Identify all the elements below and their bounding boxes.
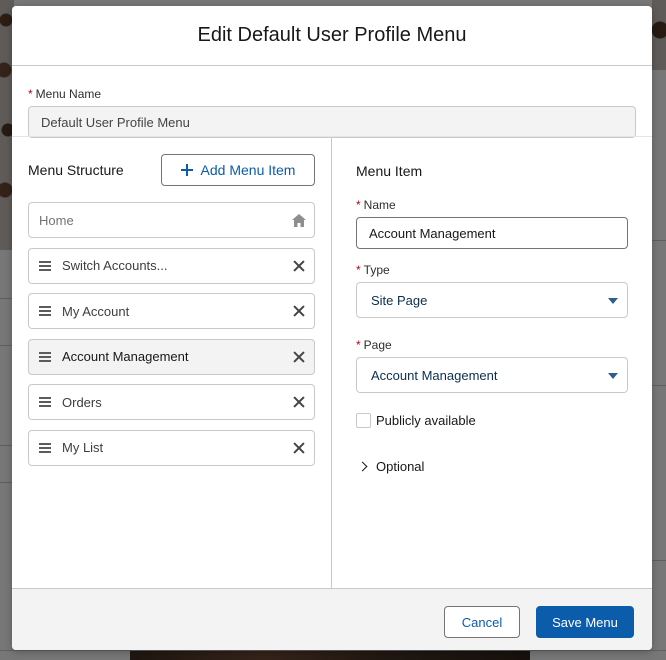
drag-handle-icon[interactable] [39, 351, 51, 362]
optional-section-toggle[interactable]: Optional [357, 459, 425, 474]
column-divider [331, 137, 332, 588]
required-marker: * [356, 338, 361, 352]
menu-name-field: * Menu Name Default User Profile Menu [28, 87, 636, 138]
menu-name-label-row: * Menu Name [28, 87, 636, 101]
page-select-value: Account Management [371, 367, 498, 383]
page-label-row: * Page [356, 338, 628, 352]
menu-item-label: My Account [62, 303, 130, 319]
drag-handle-icon[interactable] [39, 442, 51, 453]
remove-icon[interactable] [293, 351, 305, 363]
drag-handle-icon[interactable] [39, 260, 51, 271]
menu-item-my-list[interactable]: My List [28, 429, 315, 466]
type-label: Type [363, 263, 390, 277]
optional-label: Optional [376, 459, 425, 474]
menu-item-label: Account Management [62, 349, 189, 364]
caret-down-icon [608, 298, 618, 304]
menu-name-input: Default User Profile Menu [28, 106, 636, 138]
save-menu-button[interactable]: Save Menu [536, 606, 634, 638]
publicly-available-option: Publicly available [356, 413, 476, 428]
drag-handle-icon[interactable] [39, 397, 51, 407]
menu-item-label: Orders [62, 394, 102, 410]
name-field: * Name Account Management [356, 198, 628, 249]
menu-item-home[interactable]: Home [28, 202, 315, 238]
menu-name-value: Default User Profile Menu [41, 114, 190, 130]
plus-icon [180, 164, 193, 176]
page-field: * Page Account Management [356, 338, 628, 393]
type-select[interactable]: Site Page [356, 282, 628, 318]
menu-item-label: My List [62, 440, 104, 455]
modal-title: Edit Default User Profile Menu [197, 24, 467, 46]
type-select-value: Site Page [371, 292, 428, 308]
page-select[interactable]: Account Management [356, 357, 628, 393]
menu-item-account-management[interactable]: Account Management [28, 338, 315, 375]
remove-icon[interactable] [293, 396, 305, 408]
edit-menu-modal: Edit Default User Profile Menu * Menu Na… [12, 6, 652, 650]
publicly-available-label: Publicly available [376, 413, 476, 428]
type-field: * Type Site Page [356, 263, 628, 318]
menu-structure-list: Home Switch Accounts... My Account Accou… [28, 202, 315, 475]
required-marker: * [356, 198, 361, 212]
add-menu-item-label: Add Menu Item [200, 162, 296, 178]
name-input-value: Account Management [369, 225, 496, 241]
drag-handle-icon[interactable] [39, 306, 51, 316]
modal-footer: Cancel Save Menu [12, 588, 652, 650]
name-label: Name [363, 198, 396, 212]
chevron-right-icon [357, 461, 368, 472]
publicly-available-checkbox[interactable] [356, 413, 371, 428]
menu-structure-title: Menu Structure [28, 162, 124, 178]
menu-item-title: Menu Item [356, 163, 423, 179]
remove-icon[interactable] [293, 260, 305, 272]
name-input[interactable]: Account Management [356, 217, 628, 249]
required-marker: * [356, 263, 361, 277]
menu-item-my-account[interactable]: My Account [28, 293, 315, 329]
menu-item-switch-accounts[interactable]: Switch Accounts... [28, 247, 315, 284]
page-label: Page [363, 338, 392, 352]
add-menu-item-button[interactable]: Add Menu Item [161, 154, 315, 186]
section-divider [12, 136, 652, 137]
caret-down-icon [608, 373, 618, 379]
menu-item-label: Switch Accounts... [62, 258, 168, 273]
menu-item-orders[interactable]: Orders [28, 384, 315, 420]
home-icon [292, 214, 306, 227]
required-marker: * [28, 87, 33, 101]
cancel-button[interactable]: Cancel [444, 606, 520, 638]
remove-icon[interactable] [293, 305, 305, 317]
modal-header: Edit Default User Profile Menu [12, 6, 652, 66]
menu-item-label: Home [39, 212, 74, 228]
type-label-row: * Type [356, 263, 628, 277]
remove-icon[interactable] [293, 442, 305, 454]
name-label-row: * Name [356, 198, 628, 212]
menu-name-label: Menu Name [35, 87, 102, 101]
